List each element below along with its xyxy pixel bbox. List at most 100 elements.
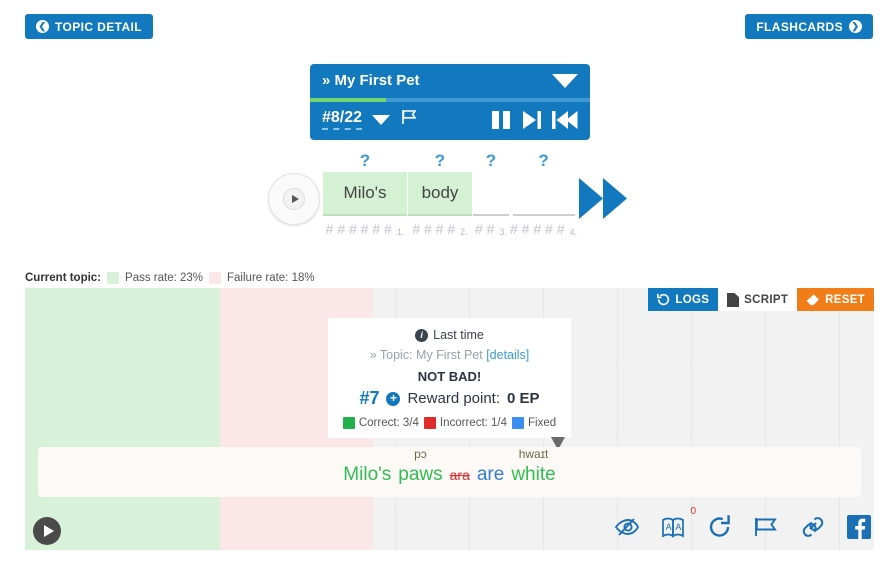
info-icon: i [415, 328, 429, 342]
play-icon [283, 188, 305, 210]
result-stats: Correct: 3/4 Incorrect: 1/4 Fixed [336, 417, 563, 429]
word-tiles: ? Milo's # # # # # #1.? body # # # #2.? # #3.… [323, 150, 577, 237]
failure-rate-text: Failure rate: 18% [227, 272, 315, 284]
sentence-word[interactable]: pɔ paws [398, 447, 442, 486]
link-icon[interactable] [800, 516, 826, 543]
sentence-word[interactable]: hwaɪt white [511, 447, 556, 486]
card-topic-row: » Topic: My First Pet [details] [336, 348, 563, 362]
chevron-left-circle-icon: ❮ [36, 20, 49, 33]
player-header: » My First Pet [310, 64, 590, 98]
player-progress-bar[interactable] [310, 98, 590, 102]
flag-icon[interactable] [400, 109, 418, 130]
word-tile-answer[interactable]: Milo's [323, 172, 407, 216]
history-icon [657, 293, 670, 306]
stat-swatch [512, 417, 525, 429]
facebook-icon[interactable] [847, 515, 871, 544]
stat-label: Incorrect: 1/4 [439, 417, 508, 429]
logs-button[interactable]: LOGS [648, 288, 719, 311]
sentence-word[interactable]: Milo's [343, 464, 391, 486]
hint-question-icon[interactable]: ? [360, 150, 370, 172]
topic-detail-label: TOPIC DETAIL [55, 19, 143, 34]
word-tile-mask: # #3. [475, 221, 507, 237]
word-tile[interactable]: ? # # # # #4. [510, 150, 577, 237]
board-toolbar: LOGS SCRIPT RESET [648, 288, 874, 311]
word-tile-index: 4. [569, 227, 578, 237]
sentence-play-button[interactable] [33, 517, 61, 545]
reward-value: 0 EP [507, 390, 540, 407]
topic-rate-legend: Current topic: Pass rate: 23% Failure ra… [25, 272, 315, 284]
sentence-word-text: Milo's [343, 464, 392, 485]
chevron-down-icon[interactable] [552, 73, 578, 88]
script-button[interactable]: SCRIPT [718, 288, 798, 311]
stat-item: Correct: 3/4 [342, 417, 419, 429]
rank-number: #7 [359, 388, 380, 408]
reward-label: Reward point: [407, 390, 501, 407]
word-tile-answer[interactable]: body [408, 172, 472, 216]
word-tile[interactable]: ? Milo's # # # # # #1. [323, 150, 407, 237]
refresh-icon[interactable] [708, 515, 732, 544]
hint-question-icon[interactable]: ? [538, 150, 548, 172]
plus-circle-icon[interactable]: + [386, 391, 401, 406]
word-tile[interactable]: ? body # # # #2. [408, 150, 472, 237]
track-counter[interactable]: #8/22 [322, 109, 363, 130]
pass-rate-text: Pass rate: 23% [125, 272, 204, 284]
word-tile-mask: # # # #2. [412, 221, 468, 237]
button-label: SCRIPT [744, 293, 789, 306]
button-label: LOGS [675, 293, 710, 306]
player-progress-fill [310, 98, 386, 102]
eraser-icon [806, 294, 820, 306]
next-track-icon[interactable] [522, 110, 542, 130]
chevron-down-icon[interactable] [372, 114, 391, 125]
hint-question-icon[interactable]: ? [486, 150, 496, 172]
legend-label: Current topic: [25, 272, 102, 284]
sentence-word-text: are [476, 464, 505, 485]
pass-rate-band [25, 288, 221, 550]
stat-item: Fixed [512, 417, 556, 429]
quiz-play-button[interactable] [268, 173, 320, 225]
word-tile-mask: # # # # #4. [510, 221, 578, 237]
hint-question-icon[interactable]: ? [435, 150, 445, 172]
player-controls [490, 110, 578, 130]
sentence-word[interactable]: are [477, 464, 504, 486]
document-icon [727, 292, 740, 307]
svg-text:A: A [666, 522, 672, 532]
pass-rate-swatch [107, 272, 120, 284]
word-tile-answer[interactable] [512, 172, 575, 216]
translate-icon[interactable]: A A 0 [661, 506, 696, 544]
app-root: ❮ TOPIC DETAIL FLASHCARDS ❯ » My First P… [0, 0, 889, 573]
word-tile-mask: # # # # # #1. [325, 221, 405, 237]
verdict-text: NOT BAD! [417, 369, 482, 384]
play-icon [43, 525, 54, 537]
sentence-text[interactable]: Milo's pɔ paws ara are hwaɪt white [343, 447, 556, 486]
details-link[interactable]: [details] [486, 348, 529, 362]
sentence-word-text: ara [449, 467, 470, 483]
last-time-row: i Last time [336, 328, 563, 342]
word-tile[interactable]: ? # #3. [473, 150, 509, 237]
topic-detail-button[interactable]: ❮ TOPIC DETAIL [25, 14, 154, 39]
button-label: RESET [825, 293, 865, 306]
sentence-word[interactable]: ara [450, 467, 470, 483]
player-footer: #8/22 [310, 102, 590, 140]
stat-label: Fixed [528, 417, 557, 429]
player-title-text: My First Pet [334, 72, 420, 89]
last-time-label: Last time [433, 328, 484, 342]
translate-badge: 0 [690, 506, 696, 517]
last-result-card: i Last time » Topic: My First Pet [detai… [328, 318, 571, 450]
svg-text:A: A [675, 522, 681, 532]
quiz-row: ? Milo's # # # # # #1.? body # # # #2.? # #3.… [268, 150, 628, 240]
fast-forward-icon[interactable] [578, 176, 628, 221]
reset-button[interactable]: RESET [797, 288, 874, 311]
word-tile-index: 2. [460, 227, 468, 237]
word-tile-index: 1. [396, 227, 405, 237]
flashcards-button[interactable]: FLASHCARDS ❯ [745, 14, 873, 39]
flag-icon[interactable] [753, 516, 779, 543]
rewind-icon[interactable] [552, 110, 578, 130]
sentence-word-text: white [511, 464, 556, 485]
failure-rate-swatch [209, 272, 222, 284]
pause-icon[interactable] [490, 110, 512, 130]
word-tile-index: 3. [499, 227, 507, 237]
eye-slash-icon[interactable] [614, 516, 640, 543]
word-tile-answer[interactable] [473, 172, 509, 216]
audio-player: » My First Pet #8/22 [310, 64, 590, 140]
sentence-panel: Milo's pɔ paws ara are hwaɪt white [38, 447, 861, 497]
